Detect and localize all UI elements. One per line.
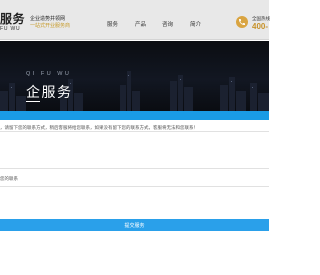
nav-item-consulting[interactable]: 咨询	[162, 20, 173, 28]
hero-banner: QI FU WU 企服务	[0, 41, 269, 111]
banner-subtitle: QI FU WU	[26, 71, 72, 77]
site-header: 服务 FU WU 企业造势井领网 一站式开业服务商 服务 产品 咨询 简介 全国…	[0, 0, 270, 40]
divider	[0, 168, 269, 169]
phone-icon	[236, 16, 248, 28]
banner-underline	[26, 101, 40, 102]
submit-button[interactable]: 提交服务	[0, 219, 269, 231]
logo-text: 服务	[0, 12, 26, 26]
contact-field[interactable]	[0, 186, 269, 187]
tagline-line-2: 一站式开业服务商	[30, 23, 71, 29]
hotline-number: 400-	[252, 22, 269, 31]
nav-item-services[interactable]: 服务	[107, 20, 118, 28]
tagline: 企业造势井领网 一站式开业服务商	[30, 16, 70, 30]
banner-title: 企服务	[26, 84, 73, 100]
contact-field-label: 您的联系	[0, 176, 18, 181]
nav-item-products[interactable]: 产品	[135, 20, 146, 28]
divider	[0, 131, 269, 132]
tagline-line-1: 企业造势井领网	[30, 16, 66, 22]
nav-item-about[interactable]: 简介	[190, 20, 201, 28]
logo-subtext: FU WU	[0, 26, 21, 32]
section-divider	[0, 111, 269, 120]
hotline: 全国热线 400-	[252, 16, 270, 31]
logo[interactable]: 服务 FU WU	[0, 13, 25, 32]
